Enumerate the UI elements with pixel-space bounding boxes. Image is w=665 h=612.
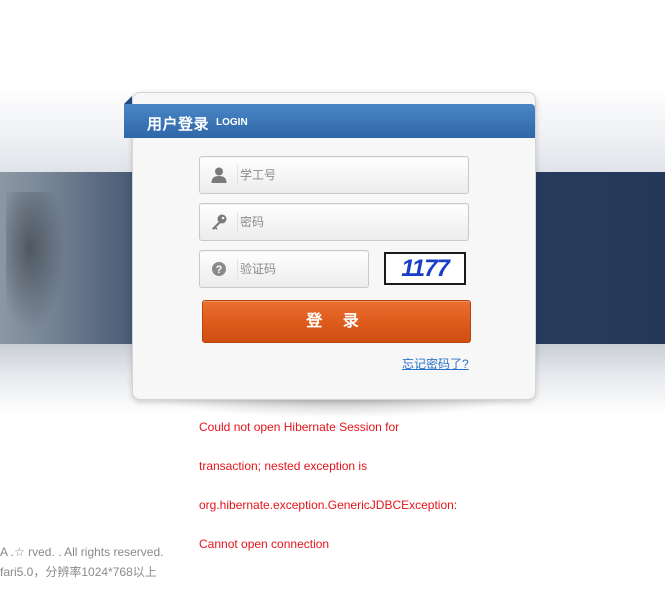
key-icon	[210, 213, 228, 231]
login-panel	[132, 92, 536, 400]
login-button[interactable]: 登 录	[202, 300, 471, 343]
user-icon	[210, 166, 228, 184]
error-line: Could not open Hibernate Session for	[199, 420, 400, 434]
username-field[interactable]	[199, 156, 469, 194]
login-subtitle: LOGIN	[216, 117, 248, 128]
footer-browser-note: fari5.0，分辨率1024*768以上	[0, 565, 157, 579]
question-icon: ?	[210, 260, 228, 278]
footer-copyright: A .☆ rved. . All rights reserved.	[0, 545, 164, 559]
forgot-password-link[interactable]: 忘记密码了?	[402, 355, 469, 372]
username-input[interactable]	[238, 159, 462, 191]
login-title: 用户登录	[147, 116, 210, 133]
captcha-input[interactable]	[238, 253, 362, 285]
captcha-field[interactable]: ?	[199, 250, 369, 288]
error-line: org.hibernate.exception.GenericJDBCExcep…	[199, 498, 458, 512]
password-field[interactable]	[199, 203, 469, 241]
background-tree	[6, 192, 66, 332]
svg-text:?: ?	[216, 264, 223, 276]
ribbon-fold	[124, 96, 132, 104]
error-line: transaction; nested exception is	[199, 459, 368, 473]
password-input[interactable]	[238, 206, 462, 238]
error-line: Cannot open connection	[199, 537, 330, 551]
captcha-image[interactable]: 1177	[384, 252, 466, 285]
